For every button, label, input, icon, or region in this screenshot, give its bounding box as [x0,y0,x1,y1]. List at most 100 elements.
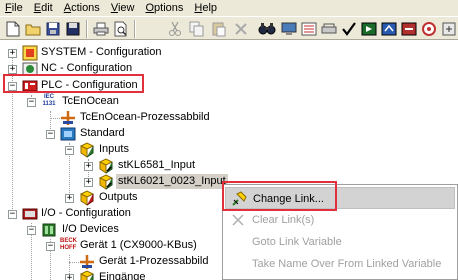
menu-edit-mnemonic: E [33,2,42,14]
tree-label-device-process-image: Gerät 1-Prozessabbild [99,255,209,267]
menu-file-mnemonic: F [5,2,12,14]
tree-label-plc: PLC - Configuration [41,79,138,91]
menu-view-label: iew [117,2,135,14]
input-variable-icon [98,158,114,174]
tree-label-io-devices: I/O Devices [62,223,119,235]
tree-item-nc[interactable]: + NC - Configuration [0,61,458,77]
process-image-icon [80,255,94,269]
tree-item-standard[interactable]: − Standard [0,126,458,142]
collapse-minus-icon[interactable]: − [8,210,17,219]
outputs-icon [79,190,95,206]
paste-icon[interactable] [210,20,228,38]
menu-help[interactable]: Help [189,0,223,16]
expand-plus-icon[interactable]: + [84,178,93,187]
collapse-minus-icon[interactable]: − [46,130,55,139]
io-devices-icon [42,223,56,237]
tree-label-io: I/O - Configuration [41,207,131,219]
expand-plus-icon[interactable]: + [8,65,17,74]
toolbar-separator [86,20,88,38]
activate-check-icon[interactable] [340,20,358,38]
expand-plus-icon[interactable]: + [84,162,93,171]
cut-icon[interactable] [166,20,184,38]
tree-item-system[interactable]: + SYSTEM - Configuration [0,45,458,61]
open-folder-icon[interactable] [24,20,42,38]
toolbar-separator [134,20,136,38]
menu-item-clear-links-label: Clear Link(s) [252,214,315,226]
tree-label-device-1: Gerät 1 (CX9000-KBus) [80,239,197,251]
tree-item-input-1[interactable]: + stKL6581_Input [0,158,458,174]
tree-item-tcenocean[interactable]: − IEC 1131 TcEnOcean [0,94,458,110]
beckhoff-icon: BECK HOFF [60,238,78,251]
clear-link-icon [232,214,244,226]
menu-item-clear-links[interactable]: Clear Link(s) [225,209,455,231]
find-icon[interactable] [258,20,276,38]
print-icon[interactable] [92,20,110,38]
save-as-icon[interactable] [64,20,82,38]
tree-label-process-image: TcEnOcean-Prozessabbild [80,111,210,123]
tree-label-nc: NC - Configuration [41,62,133,74]
tree-item-plc[interactable]: − PLC - Configuration [0,78,458,94]
menu-item-take-name-label: Take Name Over From Linked Variable [252,258,442,270]
menu-item-change-link-label: Change Link... [253,193,324,205]
tree-item-process-image[interactable]: TcEnOcean-Prozessabbild [0,110,458,126]
tree-label-tcenocean: TcEnOcean [62,95,119,107]
menu-bar: File Edit Actions View Options Help [0,0,458,16]
sort-icon[interactable] [300,20,318,38]
expand-plus-icon[interactable]: + [65,194,74,203]
system-icon [22,45,38,61]
config-mode-icon[interactable] [380,20,398,38]
context-menu: Change Link... Clear Link(s) Goto Link V… [222,184,458,280]
inputs-icon [79,270,95,280]
collapse-minus-icon[interactable]: − [8,82,17,91]
menu-options-mnemonic: O [145,2,155,14]
nc-icon [22,62,38,76]
tree-connector [69,262,79,263]
menu-item-goto-link-label: Goto Link Variable [252,236,342,248]
iec-1131-icon: IEC 1131 [42,94,56,107]
expand-plus-icon[interactable]: + [8,49,17,58]
menu-item-goto-link[interactable]: Goto Link Variable [225,231,455,253]
toolbar [0,16,458,40]
collapse-minus-icon[interactable]: − [27,98,36,107]
menu-actions[interactable]: Actions [59,0,106,16]
delete-icon[interactable] [232,20,250,38]
target-icon[interactable] [440,20,458,38]
collapse-minus-icon[interactable]: − [46,242,55,251]
menu-edit-label: dit [41,2,53,14]
print-preview-icon[interactable] [112,20,130,38]
menu-item-take-name[interactable]: Take Name Over From Linked Variable [225,253,455,275]
menu-actions-mnemonic: A [63,2,72,14]
process-image-icon [61,111,75,125]
menu-actions-label: ctions [71,2,100,14]
new-file-icon[interactable] [4,20,22,38]
task-icon [60,127,76,141]
tree-connector [50,118,60,119]
inputs-icon [79,142,95,158]
tree-label-eingaenge: Eingänge [99,271,146,280]
io-config-icon [22,208,38,220]
collapse-minus-icon[interactable]: − [65,146,74,155]
menu-view[interactable]: View [106,0,141,16]
menu-edit[interactable]: Edit [29,0,59,16]
tree-label-input-2: stKL6021_0023_Input [116,174,228,189]
menu-help-label: elp [202,2,218,14]
scan-icon[interactable] [400,20,418,38]
tree-label-outputs: Outputs [99,191,138,203]
tree-label-input-1: stKL6581_Input [118,159,196,171]
tree-label-standard: Standard [80,127,125,139]
copy-icon[interactable] [188,20,206,38]
monitor-icon[interactable] [280,20,298,38]
menu-item-change-link[interactable]: Change Link... [225,187,455,209]
menu-options[interactable]: Options [140,0,189,16]
network-icon[interactable] [320,20,338,38]
link-icon [232,191,247,206]
plc-icon [22,80,38,92]
expand-plus-icon[interactable]: + [65,274,74,280]
menu-file-label: ile [11,2,23,14]
save-icon[interactable] [44,20,62,38]
target-icon[interactable] [420,20,438,38]
menu-file[interactable]: File [0,0,29,16]
run-mode-icon[interactable] [360,20,378,38]
collapse-minus-icon[interactable]: − [27,226,36,235]
tree-item-inputs[interactable]: − Inputs [0,142,458,158]
